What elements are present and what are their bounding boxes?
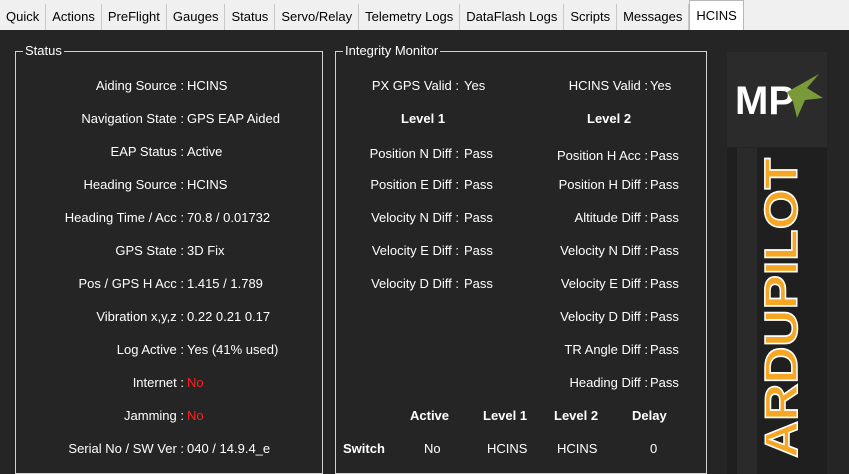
status-group-title: Status <box>23 43 64 59</box>
px-gps-valid-value: Yes <box>464 78 486 93</box>
hcins-panel: Status Aiding Source : HCINS Navigation … <box>0 30 849 474</box>
l1-velocity-e-diff-value: Pass <box>464 243 493 258</box>
log-active-value: Yes (41% used) <box>187 342 279 357</box>
tab-telemetry-logs[interactable]: Telemetry Logs <box>359 4 461 30</box>
svg-text:MP: MP <box>735 79 795 123</box>
l2-position-h-acc-value: Pass <box>650 148 679 163</box>
tab-scripts[interactable]: Scripts <box>564 4 618 30</box>
aiding-source-value: HCINS <box>187 78 228 93</box>
px-gps-valid-label: PX GPS Valid : <box>371 78 459 93</box>
heading-source-label: Heading Source : <box>83 177 184 192</box>
l2-position-h-diff-label: Position H Diff : <box>558 177 648 192</box>
tab-actions[interactable]: Actions <box>46 4 102 30</box>
l2-velocity-e-diff-value: Pass <box>650 276 679 291</box>
navigation-state-label: Navigation State : <box>81 111 184 126</box>
tab-preflight[interactable]: PreFlight <box>102 4 167 30</box>
l2-position-h-acc-label: Position H Acc : <box>556 148 648 163</box>
level1-header: Level 1 <box>401 111 446 126</box>
tab-messages[interactable]: Messages <box>617 4 690 30</box>
serial-sw-label: Serial No / SW Ver : <box>68 441 184 456</box>
l1-position-n-diff-label: Position N Diff : <box>369 146 459 161</box>
gps-state-value: 3D Fix <box>187 243 225 258</box>
switch-header-level2: Level 2 <box>554 408 599 423</box>
jamming-label: Jamming : <box>124 408 184 423</box>
switch-level2-value: HCINS <box>557 441 598 456</box>
l2-velocity-d-diff-value: Pass <box>650 309 679 324</box>
switch-header-active: Active <box>410 408 450 423</box>
svg-text:ARDUPILOT: ARDUPILOT <box>755 158 807 458</box>
switch-level1-value: HCINS <box>487 441 528 456</box>
pos-gps-h-acc-label: Pos / GPS H Acc : <box>78 276 184 291</box>
internet-value: No <box>187 375 204 390</box>
l1-velocity-e-diff-label: Velocity E Diff : <box>371 243 459 258</box>
gps-state-label: GPS State : <box>115 243 184 258</box>
internet-label: Internet : <box>132 375 184 390</box>
mission-planner-logo: MP <box>727 52 827 147</box>
log-active-label: Log Active : <box>116 342 184 357</box>
l2-velocity-d-diff-label: Velocity D Diff : <box>560 309 648 324</box>
l1-velocity-n-diff-value: Pass <box>464 210 493 225</box>
l2-altitude-diff-value: Pass <box>650 210 679 225</box>
l2-tr-angle-diff-label: TR Angle Diff : <box>564 342 648 357</box>
pos-gps-h-acc-value: 1.415 / 1.789 <box>187 276 263 291</box>
heading-time-acc-value: 70.8 / 0.01732 <box>187 210 271 225</box>
l1-position-e-diff-label: Position E Diff : <box>370 177 459 192</box>
tab-gauges[interactable]: Gauges <box>167 4 226 30</box>
switch-delay-value: 0 <box>650 441 658 456</box>
l2-velocity-n-diff-value: Pass <box>650 243 679 258</box>
l1-velocity-n-diff-label: Velocity N Diff : <box>371 210 459 225</box>
level2-header: Level 2 <box>587 111 632 126</box>
integrity-monitor-title: Integrity Monitor <box>343 43 441 59</box>
l2-heading-diff-value: Pass <box>650 375 679 390</box>
vibration-label: Vibration x,y,z : <box>96 309 184 324</box>
serial-sw-value: 040 / 14.9.4_e <box>187 441 271 456</box>
switch-header-delay: Delay <box>632 408 667 423</box>
l2-velocity-n-diff-label: Velocity N Diff : <box>560 243 648 258</box>
tab-dataflash-logs[interactable]: DataFlash Logs <box>460 4 565 30</box>
hcins-valid-label: HCINS Valid : <box>568 78 648 93</box>
vibration-value: 0.22 0.21 0.17 <box>187 309 271 324</box>
aiding-source-label: Aiding Source : <box>95 78 184 93</box>
l2-velocity-e-diff-label: Velocity E Diff : <box>560 276 648 291</box>
l2-heading-diff-label: Heading Diff : <box>569 375 648 390</box>
tab-bar: Quick Actions PreFlight Gauges Status Se… <box>0 0 849 30</box>
switch-row-label: Switch <box>343 441 385 456</box>
tab-servo-relay[interactable]: Servo/Relay <box>275 4 360 30</box>
heading-source-value: HCINS <box>187 177 228 192</box>
ardupilot-logo: ARDUPILOT <box>727 148 827 474</box>
eap-status-value: Active <box>187 144 223 159</box>
l2-tr-angle-diff-value: Pass <box>650 342 679 357</box>
l1-velocity-d-diff-label: Velocity D Diff : <box>371 276 459 291</box>
mp-logo-icon: MP <box>735 74 823 123</box>
jamming-value: No <box>187 408 204 423</box>
l1-position-n-diff-value: Pass <box>464 146 493 161</box>
l1-position-e-diff-value: Pass <box>464 177 493 192</box>
hcins-valid-value: Yes <box>650 78 672 93</box>
tab-hcins[interactable]: HCINS <box>689 0 744 30</box>
ardupilot-logo-icon: ARDUPILOT <box>727 148 827 474</box>
l2-position-h-diff-value: Pass <box>650 177 679 192</box>
switch-header-level1: Level 1 <box>483 408 528 423</box>
l1-velocity-d-diff-value: Pass <box>464 276 493 291</box>
eap-status-label: EAP Status : <box>110 144 184 159</box>
heading-time-acc-label: Heading Time / Acc : <box>64 210 184 225</box>
tab-quick[interactable]: Quick <box>0 4 47 30</box>
tab-status[interactable]: Status <box>225 4 276 30</box>
l2-altitude-diff-label: Altitude Diff : <box>574 210 648 225</box>
switch-active-value: No <box>424 441 441 456</box>
navigation-state-value: GPS EAP Aided <box>187 111 280 126</box>
